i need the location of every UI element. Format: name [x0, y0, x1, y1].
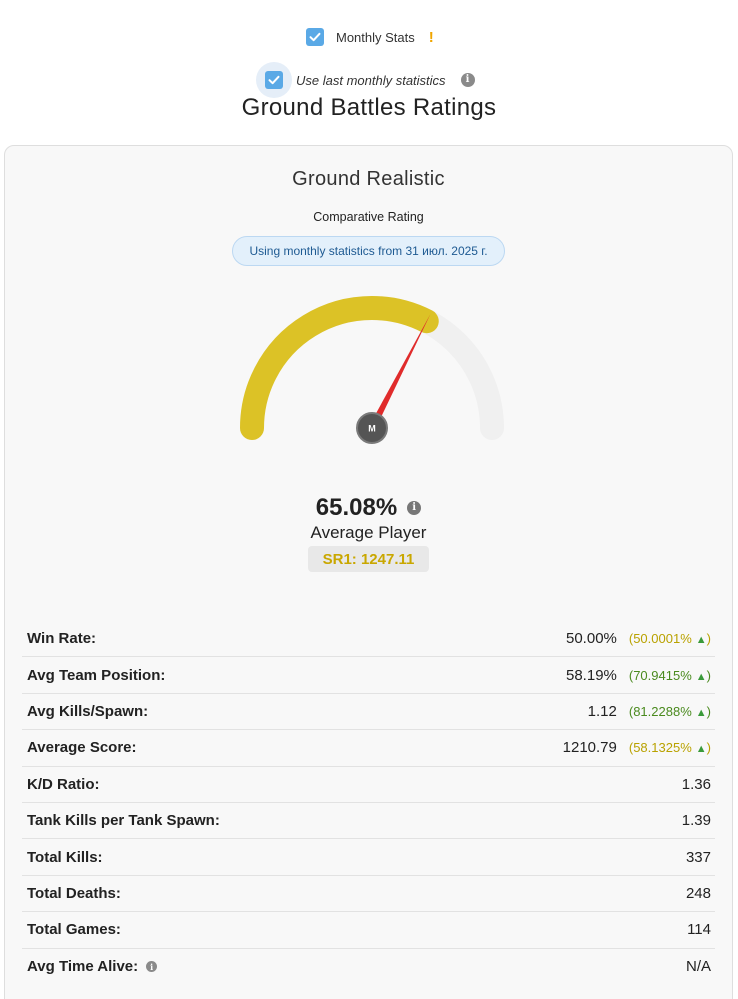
- stat-values: 50.00% (50.0001% ▲): [566, 630, 711, 647]
- stat-values: 1.12 (81.2288% ▲): [588, 703, 711, 720]
- use-last-monthly-option[interactable]: Use last monthly statistics i: [256, 62, 475, 98]
- stat-name: Tank Kills per Tank Spawn:: [27, 812, 220, 829]
- stat-percentile-value: (81.2288%: [628, 703, 692, 719]
- stat-name-text: Avg Team Position:: [27, 666, 166, 684]
- warning-icon[interactable]: !: [429, 29, 434, 46]
- gauge-hub-label: M: [368, 424, 376, 434]
- stat-percentile: (50.0001% ▲): [629, 631, 711, 646]
- stat-percentile-close: ): [706, 667, 711, 683]
- stat-name-text: Tank Kills per Tank Spawn:: [27, 812, 220, 830]
- stats-table: Win Rate: 50.00% (50.0001% ▲) Avg Team Posit…: [22, 621, 715, 985]
- up-arrow-icon: ▲: [695, 706, 707, 719]
- checkmark-icon: [309, 32, 321, 42]
- stat-name-text: Avg Kills/Spawn:: [27, 702, 149, 720]
- score-info-icon[interactable]: i: [407, 501, 422, 515]
- monthly-stats-option[interactable]: Monthly Stats !: [306, 28, 434, 46]
- page-title: Ground Battles Ratings: [241, 94, 497, 121]
- stat-row: Average Score: 1210.79 (58.1325% ▲): [22, 730, 715, 767]
- stat-name: K/D Ratio:: [27, 776, 100, 793]
- up-arrow-icon: ▲: [695, 634, 707, 647]
- stat-percentile-close: ): [706, 631, 711, 647]
- checkmark-icon: [268, 75, 280, 85]
- stat-name-text: K/D Ratio:: [27, 775, 100, 793]
- monthly-stats-checkbox[interactable]: [306, 28, 324, 46]
- stat-row: Avg Team Position: 58.19% (70.9415% ▲): [22, 657, 715, 694]
- stat-percentile-value: (70.9415%: [628, 667, 692, 683]
- stat-name-text: Total Kills:: [27, 848, 103, 866]
- use-last-monthly-label: Use last monthly statistics: [296, 72, 446, 88]
- stat-row: Avg Time Alive: i N/A: [22, 949, 715, 985]
- stat-row: Total Kills: 337: [22, 839, 715, 876]
- stat-name: Total Games:: [27, 921, 121, 938]
- stat-name: Avg Kills/Spawn:: [27, 703, 148, 720]
- stat-row: Win Rate: 50.00% (50.0001% ▲): [22, 621, 715, 658]
- stat-row: Tank Kills per Tank Spawn: 1.39: [22, 803, 715, 840]
- stat-name: Avg Time Alive: i: [27, 958, 158, 976]
- stat-values: 1.39: [682, 812, 711, 829]
- stat-percentile-close: ): [706, 740, 711, 756]
- stat-values: 248: [686, 885, 711, 902]
- monthly-notice-badge: Using monthly statistics from 31 июл. 20…: [232, 236, 505, 266]
- stat-value: N/A: [685, 958, 711, 976]
- gauge-fill: [240, 296, 439, 440]
- score-value: 65.08%: [315, 494, 398, 521]
- gauge-needle: [368, 314, 431, 430]
- stat-name: Avg Team Position:: [27, 667, 165, 684]
- stat-row: Total Deaths: 248: [22, 876, 715, 913]
- stat-percentile-value: (50.0001%: [628, 631, 692, 647]
- stat-name-text: Average Score:: [27, 739, 137, 757]
- card-subtitle: Comparative Rating: [313, 210, 424, 224]
- stat-name-text: Avg Time Alive:: [27, 958, 139, 976]
- score-line: 65.08% i: [5, 494, 732, 522]
- stat-name: Average Score:: [27, 739, 137, 756]
- stat-row: Avg Kills/Spawn: 1.12 (81.2288% ▲): [22, 694, 715, 731]
- stat-name: Total Deaths:: [27, 885, 121, 902]
- stat-value: 337: [685, 848, 711, 866]
- stat-percentile-close: ): [706, 703, 711, 719]
- use-last-monthly-checkbox[interactable]: [265, 71, 283, 89]
- stat-value: 1.36: [681, 775, 711, 793]
- player-tier: Average Player: [310, 523, 427, 542]
- stat-values: N/A: [686, 958, 711, 975]
- stat-name-text: Win Rate:: [27, 630, 97, 648]
- stat-name-text: Total Games:: [27, 921, 121, 939]
- stat-percentile: (58.1325% ▲): [629, 740, 711, 755]
- stat-value: 58.19%: [566, 666, 617, 684]
- info-icon[interactable]: i: [460, 73, 475, 87]
- rating-gauge: M: [240, 296, 504, 444]
- stat-percentile-value: (58.1325%: [628, 740, 692, 756]
- checkbox-focus-ring: [256, 62, 292, 98]
- stat-percentile: (70.9415% ▲): [629, 668, 711, 683]
- stat-name: Total Kills:: [27, 849, 103, 866]
- stat-value: 248: [685, 884, 711, 902]
- stat-values: 337: [686, 849, 711, 866]
- gauge-track: [240, 296, 504, 440]
- monthly-stats-label: Monthly Stats: [336, 29, 415, 45]
- sr-badge: SR1: 1247.11: [308, 546, 429, 572]
- stat-percentile: (81.2288% ▲): [629, 704, 711, 719]
- stat-value: 50.00%: [566, 630, 617, 648]
- stat-values: 114: [687, 921, 711, 938]
- stat-values: 1.36: [682, 776, 711, 793]
- up-arrow-icon: ▲: [695, 743, 707, 756]
- stat-value: 114: [687, 921, 711, 939]
- up-arrow-icon: ▲: [695, 670, 707, 683]
- stat-row: K/D Ratio: 1.36: [22, 767, 715, 803]
- stat-values: 58.19% (70.9415% ▲): [566, 667, 711, 684]
- info-icon[interactable]: i: [146, 961, 158, 973]
- stat-values: 1210.79 (58.1325% ▲): [563, 739, 711, 756]
- stat-row: Total Games: 114: [22, 912, 715, 949]
- stat-value: 1210.79: [562, 739, 617, 757]
- rating-card: Ground Realistic Comparative Rating Usin…: [4, 145, 733, 999]
- card-title: Ground Realistic: [292, 168, 445, 190]
- stat-name-text: Total Deaths:: [27, 884, 121, 902]
- stat-value: 1.39: [681, 812, 711, 830]
- stat-name: Win Rate:: [27, 630, 96, 647]
- stat-value: 1.12: [587, 702, 617, 720]
